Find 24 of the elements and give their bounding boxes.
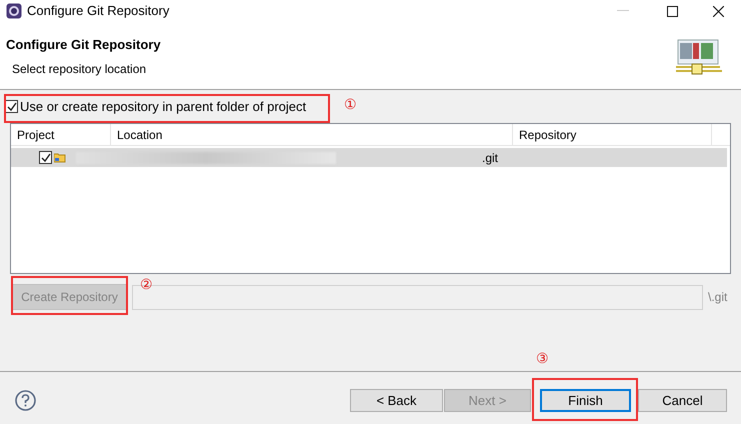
git-logo-icon [676,39,724,75]
app-icon [6,3,22,19]
column-header[interactable]: Location [111,124,513,145]
page-subtitle: Select repository location [12,61,146,78]
project-folder-icon [54,152,66,163]
wizard-button[interactable]: < Back [350,389,443,412]
column-header[interactable]: Repository [513,124,712,145]
checkbox[interactable] [39,151,52,164]
wizard-button[interactable]: Finish [540,389,631,412]
window-title: Configure Git Repository [27,2,170,20]
checkbox[interactable] [5,100,18,113]
table-cell-text: .git [482,150,498,166]
maximize-icon[interactable] [667,6,678,16]
wizard-button[interactable]: Cancel [638,389,727,412]
option-label[interactable]: Use or create repository in parent folder of project [20,96,306,116]
annotation-number: ① [344,96,357,112]
page-title: Configure Git Repository [6,36,161,54]
annotation-number: ② [140,276,153,292]
column-header[interactable]: Project [11,124,111,145]
annotation-number: ③ [536,350,549,366]
help-icon[interactable] [15,390,36,411]
suffix-label: \.git [708,289,728,306]
table-row[interactable]: .git [11,148,727,167]
close-icon[interactable] [713,6,724,16]
